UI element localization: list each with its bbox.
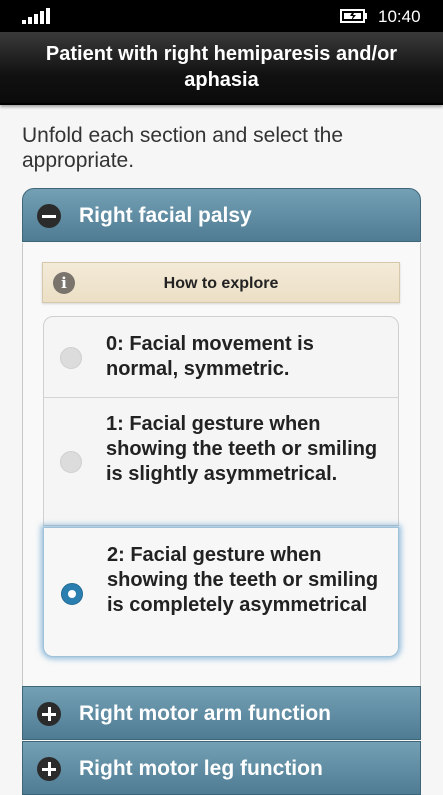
how-to-explore-button[interactable]: i How to explore [42,262,400,303]
radio-option-1[interactable] [60,451,82,473]
option-2[interactable]: 2: Facial gesture when showing the teeth… [43,527,399,657]
option-1[interactable]: 1: Facial gesture when showing the teeth… [43,398,399,526]
signal-bars-icon [22,8,52,24]
battery-charging-icon [340,9,367,23]
how-to-explore-label: How to explore [163,275,279,292]
section-header-right-motor-arm[interactable]: Right motor arm function [22,686,421,740]
section-label: Right facial palsy [79,204,252,227]
option-0[interactable]: 0: Facial movement is normal, symmetric. [43,317,399,397]
radio-option-0[interactable] [60,347,82,369]
radio-option-2-selected[interactable] [61,583,83,605]
collapse-minus-icon [37,204,61,228]
section-label: Right motor leg function [79,757,323,780]
option-label: 2: Facial gesture when showing the teeth… [107,544,379,616]
expand-plus-icon [37,757,61,781]
clock: 10:40 [378,7,421,26]
section-header-right-facial-palsy[interactable]: Right facial palsy [22,188,421,242]
section-header-right-motor-leg[interactable]: Right motor leg function [22,741,421,795]
status-bar: 10:40 [0,0,443,32]
section-label: Right motor arm function [79,702,331,725]
expand-plus-icon [37,702,61,726]
option-label: 1: Facial gesture when showing the teeth… [106,413,378,485]
option-label: 0: Facial movement is normal, symmetric. [106,333,314,380]
instructions-text: Unfold each section and select the appro… [22,124,344,172]
app-header: Patient with right hemiparesis and/or ap… [0,32,443,105]
page-title: Patient with right hemiparesis and/or ap… [45,43,398,91]
